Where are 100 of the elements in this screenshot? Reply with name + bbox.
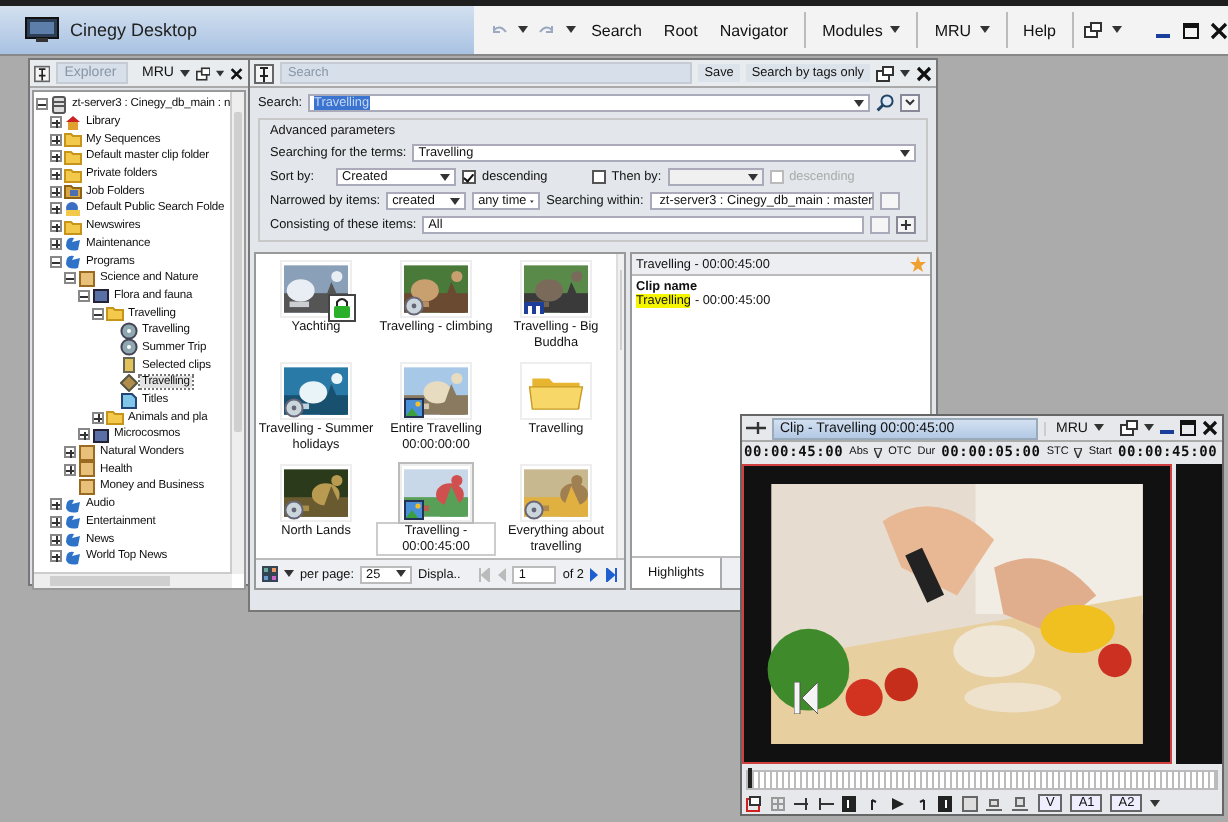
- dropdown-caret-icon[interactable]: [747, 173, 758, 181]
- expand-toggle[interactable]: [78, 428, 90, 441]
- skip-to-start-icon[interactable]: [794, 682, 818, 714]
- timeline-slider[interactable]: [746, 770, 1218, 790]
- reel-icon: [284, 500, 304, 520]
- expand-toggle[interactable]: [64, 463, 76, 476]
- expand-icon[interactable]: [900, 94, 921, 112]
- view-icon[interactable]: [262, 566, 278, 582]
- image-icon: [404, 500, 424, 520]
- checkbox[interactable]: [462, 170, 477, 184]
- expand-toggle[interactable]: [50, 237, 62, 250]
- folder-icon: [64, 217, 82, 236]
- expand-toggle[interactable]: [50, 168, 62, 181]
- titles-icon: [120, 391, 138, 410]
- search-icon[interactable]: [876, 94, 895, 112]
- caret-icon[interactable]: [890, 26, 901, 34]
- expand-toggle[interactable]: [50, 116, 62, 129]
- filter-icon[interactable]: [874, 447, 883, 457]
- expand-toggle[interactable]: [50, 498, 62, 511]
- step-back-icon[interactable]: [866, 795, 882, 811]
- folder-icon: [106, 304, 124, 323]
- expand-toggle[interactable]: [50, 255, 62, 268]
- caret-icon[interactable]: [979, 26, 990, 34]
- redo-menu-icon[interactable]: [565, 26, 576, 34]
- pin-icon[interactable]: [34, 63, 51, 83]
- dropdown-caret-icon[interactable]: [900, 149, 910, 157]
- dropdown-caret-icon[interactable]: [440, 173, 451, 181]
- lock-icon: [328, 294, 356, 322]
- view-mode-icon[interactable]: [746, 795, 762, 811]
- expand-toggle[interactable]: [50, 220, 62, 233]
- last-page-icon[interactable]: [606, 567, 618, 581]
- title-icon: [524, 296, 544, 316]
- expand-toggle[interactable]: [78, 289, 90, 302]
- caret-icon[interactable]: [1094, 424, 1104, 432]
- caret-icon[interactable]: [1144, 424, 1154, 432]
- scrollbar[interactable]: [34, 572, 232, 588]
- menu-item[interactable]: Search: [585, 21, 648, 39]
- reel-icon: [404, 296, 424, 316]
- bin-icon: [120, 356, 138, 375]
- expand-toggle[interactable]: [92, 307, 104, 320]
- server-icon: [50, 95, 68, 114]
- close-icon[interactable]: [230, 65, 244, 81]
- next-page-icon[interactable]: [590, 567, 600, 581]
- window-layout-icon[interactable]: [1120, 420, 1138, 436]
- go-to-in-icon[interactable]: [842, 795, 858, 811]
- caret-icon[interactable]: [179, 69, 190, 77]
- star-icon[interactable]: [910, 256, 926, 272]
- menu-item[interactable]: Navigator: [713, 21, 795, 39]
- menu-item[interactable]: Help: [1017, 21, 1062, 39]
- scrollbar[interactable]: [616, 254, 624, 558]
- menu-item[interactable]: MRU: [928, 21, 996, 39]
- category-icon: [78, 269, 96, 288]
- expand-toggle[interactable]: [50, 150, 62, 163]
- expand-toggle[interactable]: [92, 411, 104, 424]
- expand-toggle[interactable]: [64, 272, 76, 285]
- menu-item[interactable]: Root: [657, 21, 704, 39]
- caret-icon[interactable]: [1150, 799, 1161, 807]
- window-layout-icon[interactable]: [1084, 22, 1102, 38]
- caret-icon[interactable]: [900, 69, 910, 77]
- window-layout-icon[interactable]: [876, 65, 894, 81]
- pin-icon[interactable]: [746, 420, 766, 436]
- caret-icon[interactable]: [1112, 26, 1122, 34]
- expand-toggle[interactable]: [36, 98, 48, 111]
- maximize-icon[interactable]: [1182, 21, 1200, 39]
- app-title: Cinegy Desktop: [70, 20, 198, 40]
- go-to-out-icon[interactable]: [938, 795, 954, 811]
- menu-item[interactable]: Modules: [816, 21, 907, 39]
- undo-menu-icon[interactable]: [517, 26, 528, 34]
- filter-icon[interactable]: [1074, 447, 1083, 457]
- expand-toggle[interactable]: [50, 515, 62, 528]
- dropdown-caret-icon[interactable]: [450, 197, 461, 205]
- extract-icon[interactable]: [1012, 795, 1030, 811]
- lift-icon[interactable]: [986, 795, 1004, 811]
- checkbox[interactable]: [591, 170, 606, 184]
- expand-toggle[interactable]: [50, 550, 62, 563]
- expand-toggle[interactable]: [50, 185, 62, 198]
- expand-toggle[interactable]: [50, 533, 62, 546]
- expand-toggle[interactable]: [64, 446, 76, 459]
- mark-in-icon[interactable]: [794, 795, 810, 811]
- dropdown-caret-icon[interactable]: [530, 197, 535, 205]
- pin-icon[interactable]: [254, 63, 274, 83]
- reel-icon: [284, 398, 304, 418]
- square-icon[interactable]: [962, 795, 978, 811]
- close-icon[interactable]: [1210, 21, 1228, 39]
- window-layout-icon[interactable]: [195, 65, 211, 81]
- expand-toggle[interactable]: [50, 133, 62, 146]
- close-icon[interactable]: [1202, 420, 1218, 436]
- step-forward-icon[interactable]: [914, 795, 930, 811]
- expand-toggle[interactable]: [50, 202, 62, 215]
- dropdown-caret-icon[interactable]: [854, 99, 865, 107]
- add-icon[interactable]: [896, 216, 916, 234]
- caret-icon[interactable]: [216, 69, 225, 77]
- play-icon[interactable]: [890, 795, 906, 811]
- scrollbar[interactable]: [230, 92, 244, 574]
- mark-out-icon[interactable]: [818, 795, 834, 811]
- maximize-icon[interactable]: [1180, 420, 1196, 436]
- close-icon[interactable]: [916, 65, 932, 81]
- caret-icon[interactable]: [284, 570, 294, 578]
- series-icon: [92, 425, 110, 444]
- caret-icon[interactable]: [396, 570, 407, 578]
